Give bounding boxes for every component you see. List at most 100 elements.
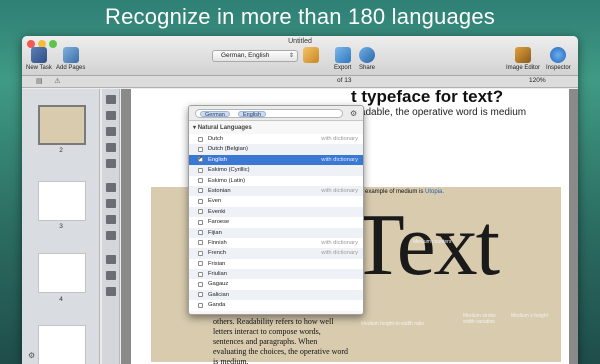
language-popup: German English ⚙ ▾ Natural Languages Dut… (188, 105, 364, 315)
order-tool-icon[interactable] (106, 271, 116, 280)
page-subheading: readable, the operative word is medium (351, 107, 527, 118)
recognize-button[interactable] (303, 47, 319, 63)
inspector-label: Inspector (546, 65, 571, 71)
language-checkbox[interactable] (198, 178, 203, 184)
share-button[interactable]: Share (359, 47, 375, 71)
language-chip[interactable]: German (200, 111, 230, 118)
language-row[interactable]: Even (189, 196, 363, 207)
language-checkbox[interactable] (198, 136, 203, 142)
language-label: Friulian (208, 271, 228, 278)
barcode-area-tool-icon[interactable] (106, 143, 116, 152)
warnings-tab-icon[interactable]: ⚠ (54, 78, 60, 85)
grid-tool-icon[interactable] (106, 287, 116, 296)
language-checkbox[interactable] (198, 209, 203, 215)
gear-icon[interactable]: ⚙ (350, 109, 357, 118)
language-checkbox[interactable] (198, 302, 203, 308)
language-label: Faroese (208, 219, 230, 226)
language-row[interactable]: Dutch with dictionary (189, 134, 363, 145)
inspector-icon (550, 47, 567, 63)
add-area-tool-icon[interactable] (106, 215, 116, 224)
language-row[interactable]: Ganda (189, 300, 363, 311)
language-label: Fijian (208, 229, 222, 236)
language-checkbox[interactable] (198, 167, 203, 173)
language-row[interactable]: French with dictionary (189, 248, 363, 259)
page-thumbnail[interactable] (38, 253, 86, 293)
section-title[interactable]: ▾ Natural Languages (193, 124, 252, 131)
language-row[interactable]: Estonian with dictionary (189, 185, 363, 197)
image-editor-icon (515, 47, 532, 63)
language-row[interactable]: English with dictionary (189, 154, 363, 166)
annotation-counters: Medium counters (413, 239, 452, 245)
language-checkbox[interactable] (198, 292, 203, 298)
language-checkbox[interactable] (198, 250, 203, 256)
split-area-tool-icon[interactable] (106, 231, 116, 240)
sidebar-tabs[interactable]: ▤ ⚠ (36, 77, 61, 85)
language-checkbox[interactable] (198, 240, 203, 246)
language-select[interactable]: German, English ⇕ (212, 50, 298, 62)
dictionary-note: with dictionary (321, 156, 358, 163)
page-thumbnail[interactable] (38, 325, 86, 364)
language-checkbox[interactable] (198, 146, 203, 152)
select-tool-icon[interactable] (106, 183, 116, 192)
example-prefix: An example of medium is (356, 189, 424, 195)
export-icon (334, 47, 351, 63)
language-checkbox[interactable] (198, 230, 203, 236)
language-row[interactable]: Dutch (Belgian) (189, 144, 363, 155)
language-label: Dutch (Belgian) (208, 146, 248, 153)
language-checkbox[interactable] (198, 261, 203, 267)
app-window: Untitled New Task Add Pages German, Engl… (22, 36, 578, 364)
export-button[interactable]: Export (334, 47, 351, 71)
align-tool-icon[interactable] (106, 255, 116, 264)
language-row[interactable]: Frisian (189, 258, 363, 270)
new-task-icon (30, 47, 47, 63)
background-area-tool-icon[interactable] (106, 159, 116, 168)
new-task-button[interactable]: New Task (26, 47, 52, 71)
text-area-tool-icon[interactable] (106, 95, 116, 104)
language-checkbox[interactable] (198, 154, 203, 165)
page-thumbnail[interactable] (38, 105, 86, 145)
language-checkbox[interactable] (198, 198, 203, 204)
language-row[interactable]: Eskimo (Latin) (189, 175, 363, 186)
page-thumbnail[interactable] (38, 181, 86, 221)
inspector-button[interactable]: Inspector (546, 47, 571, 71)
language-label: Eskimo (Latin) (208, 177, 246, 184)
language-token-field[interactable]: German English (195, 109, 343, 118)
language-row[interactable]: Friulian (189, 269, 363, 280)
zoom-level[interactable]: 120% (529, 77, 546, 84)
pages-tab-icon[interactable]: ▤ (36, 78, 43, 85)
language-row[interactable]: Fijian (189, 227, 363, 238)
add-pages-button[interactable]: Add Pages (56, 47, 85, 71)
language-label: Gagauz (208, 281, 229, 288)
language-checkbox[interactable] (198, 188, 203, 194)
language-row[interactable]: Finnish with dictionary (189, 237, 363, 249)
annotation-ratio: Medium height-to-width ratio (361, 321, 425, 327)
image-editor-label: Image Editor (506, 65, 541, 71)
gear-icon[interactable]: ⚙ (28, 351, 35, 360)
language-row[interactable]: Galician (189, 289, 363, 301)
window-title: Untitled (288, 38, 312, 45)
language-row[interactable]: Faroese (189, 217, 363, 228)
chevron-updown-icon: ⇕ (288, 53, 294, 59)
popup-header: German English ⚙ (189, 106, 363, 121)
language-row[interactable]: Eskimo (Cyrillic) (189, 165, 363, 176)
image-editor-button[interactable]: Image Editor (506, 47, 540, 71)
language-chip[interactable]: English (238, 111, 267, 118)
share-label: Share (359, 65, 376, 71)
language-label: Evenki (208, 208, 226, 215)
language-row[interactable]: Gagauz (189, 279, 363, 290)
picture-area-tool-icon[interactable] (106, 111, 116, 120)
language-list: Dutchwith dictionaryDutch (Belgian)Engli… (189, 134, 363, 311)
table-area-tool-icon[interactable] (106, 127, 116, 136)
language-label: English (208, 156, 228, 163)
language-row[interactable]: Evenki (189, 206, 363, 218)
page-number: 2 (59, 147, 63, 154)
recognize-icon (303, 47, 319, 63)
language-checkbox[interactable] (198, 281, 203, 287)
body-copy: others. Readability refers to how well l… (213, 317, 349, 364)
language-checkbox[interactable] (198, 271, 203, 277)
page-number: 4 (59, 296, 63, 303)
new-task-label: New Task (26, 65, 52, 71)
language-checkbox[interactable] (198, 219, 203, 225)
annotation-stroke: Medium stroke width variation (463, 313, 496, 325)
delete-area-tool-icon[interactable] (106, 199, 116, 208)
